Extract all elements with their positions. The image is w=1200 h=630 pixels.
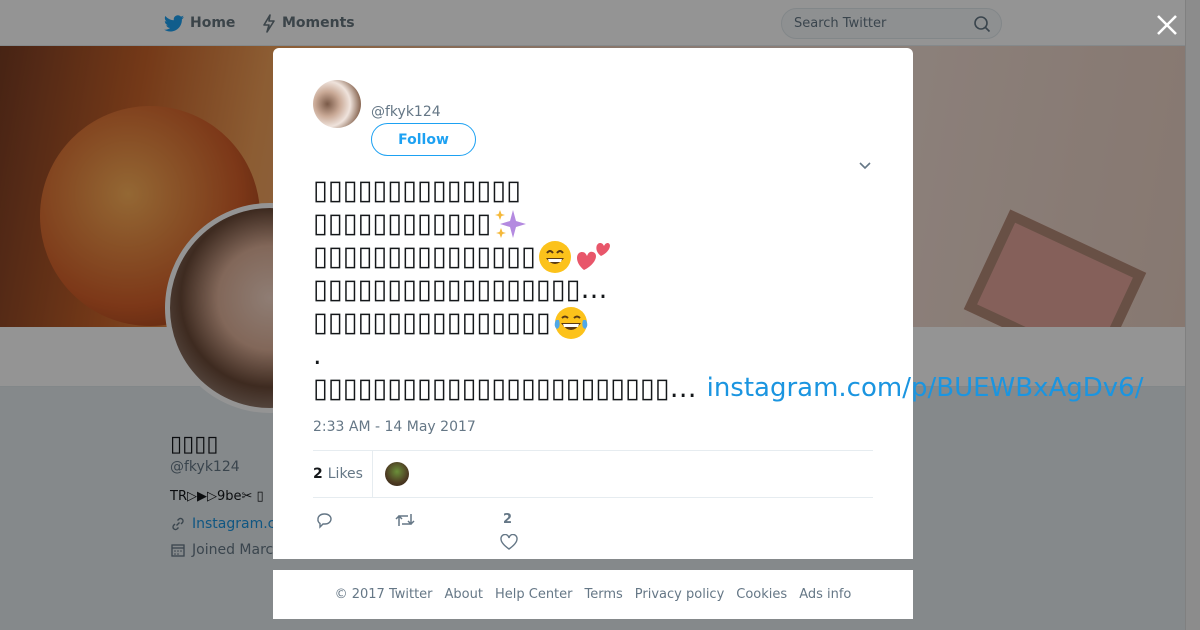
- reply-button[interactable]: [315, 511, 333, 533]
- author-handle[interactable]: @fkyk124: [371, 104, 441, 120]
- footer-privacy-link[interactable]: Privacy policy: [635, 587, 724, 602]
- follow-button[interactable]: Follow: [371, 123, 476, 156]
- tweet-line-1: ▯▯▯▯▯▯▯▯▯▯▯▯▯▯: [313, 174, 1200, 207]
- tweet-text: ▯▯▯▯▯▯▯▯▯▯▯▯▯▯ ▯▯▯▯▯▯▯▯▯▯▯▯ ▯▯▯▯▯▯▯▯▯▯▯▯…: [313, 174, 1200, 405]
- footer-ads-info-link[interactable]: Ads info: [799, 587, 851, 602]
- site-footer: © 2017 Twitter About Help Center Terms P…: [273, 570, 913, 619]
- tweet-line-1-text: ▯▯▯▯▯▯▯▯▯▯▯▯▯▯: [313, 175, 522, 206]
- tweet-line-7-text: ▯▯▯▯▯▯▯▯▯▯▯▯▯▯▯▯▯▯▯▯▯▯▯▯…: [313, 373, 697, 404]
- liker-avatar[interactable]: [385, 462, 409, 486]
- tweet-timestamp[interactable]: 2:33 AM - 14 May 2017: [313, 419, 476, 435]
- footer-help-center-link[interactable]: Help Center: [495, 587, 573, 602]
- tweet-line-3: ▯▯▯▯▯▯▯▯▯▯▯▯▯▯▯: [313, 240, 1200, 273]
- author-avatar[interactable]: [313, 80, 361, 128]
- likes-count: 2: [313, 466, 323, 482]
- footer-about-link[interactable]: About: [445, 587, 483, 602]
- chevron-down-icon[interactable]: [858, 158, 872, 172]
- sparkles-emoji: [493, 208, 527, 240]
- tweet-line-4-text: ▯▯▯▯▯▯▯▯▯▯▯▯▯▯▯▯▯▯…: [313, 274, 608, 305]
- tweet-stats: 2 Likes: [313, 450, 873, 498]
- retweet-icon: [394, 511, 416, 533]
- tweet-line-2: ▯▯▯▯▯▯▯▯▯▯▯▯: [313, 207, 1200, 240]
- close-icon[interactable]: [1154, 12, 1180, 38]
- retweet-button[interactable]: [394, 511, 416, 533]
- tweet-line-5-text: ▯▯▯▯▯▯▯▯▯▯▯▯▯▯▯▯: [313, 307, 551, 338]
- tweet-line-4: ▯▯▯▯▯▯▯▯▯▯▯▯▯▯▯▯▯▯…: [313, 273, 1200, 306]
- grinning-emoji: [538, 240, 572, 274]
- like-button[interactable]: [500, 533, 518, 554]
- tweet-line-6: .: [313, 339, 1200, 372]
- tweet-line-3-text: ▯▯▯▯▯▯▯▯▯▯▯▯▯▯▯: [313, 241, 536, 272]
- tweet-line-7: ▯▯▯▯▯▯▯▯▯▯▯▯▯▯▯▯▯▯▯▯▯▯▯▯… instagram.com/…: [313, 372, 1200, 405]
- two-hearts-emoji: [574, 240, 612, 274]
- tweet-line-6-text: .: [313, 340, 322, 371]
- like-count: 2: [503, 512, 513, 527]
- footer-cookies-link[interactable]: Cookies: [736, 587, 787, 602]
- reply-icon: [315, 511, 333, 533]
- heart-icon: [500, 533, 518, 554]
- tweet-instagram-link[interactable]: instagram.com/p/BUEWBxAgDv6/: [707, 372, 1144, 405]
- footer-copyright: © 2017 Twitter: [334, 587, 433, 602]
- footer-terms-link[interactable]: Terms: [585, 587, 623, 602]
- tweet-permalink-modal: @fkyk124 Follow ▯▯▯▯▯▯▯▯▯▯▯▯▯▯ ▯▯▯▯▯▯▯▯▯…: [273, 48, 1143, 559]
- likes-label: Likes: [327, 466, 363, 482]
- tears-of-joy-emoji: [553, 306, 589, 340]
- tweet-actions: 2: [313, 508, 573, 556]
- tweet-line-5: ▯▯▯▯▯▯▯▯▯▯▯▯▯▯▯▯: [313, 306, 1200, 339]
- likes-stat[interactable]: 2 Likes: [313, 450, 373, 498]
- tweet-line-2-text: ▯▯▯▯▯▯▯▯▯▯▯▯: [313, 208, 492, 239]
